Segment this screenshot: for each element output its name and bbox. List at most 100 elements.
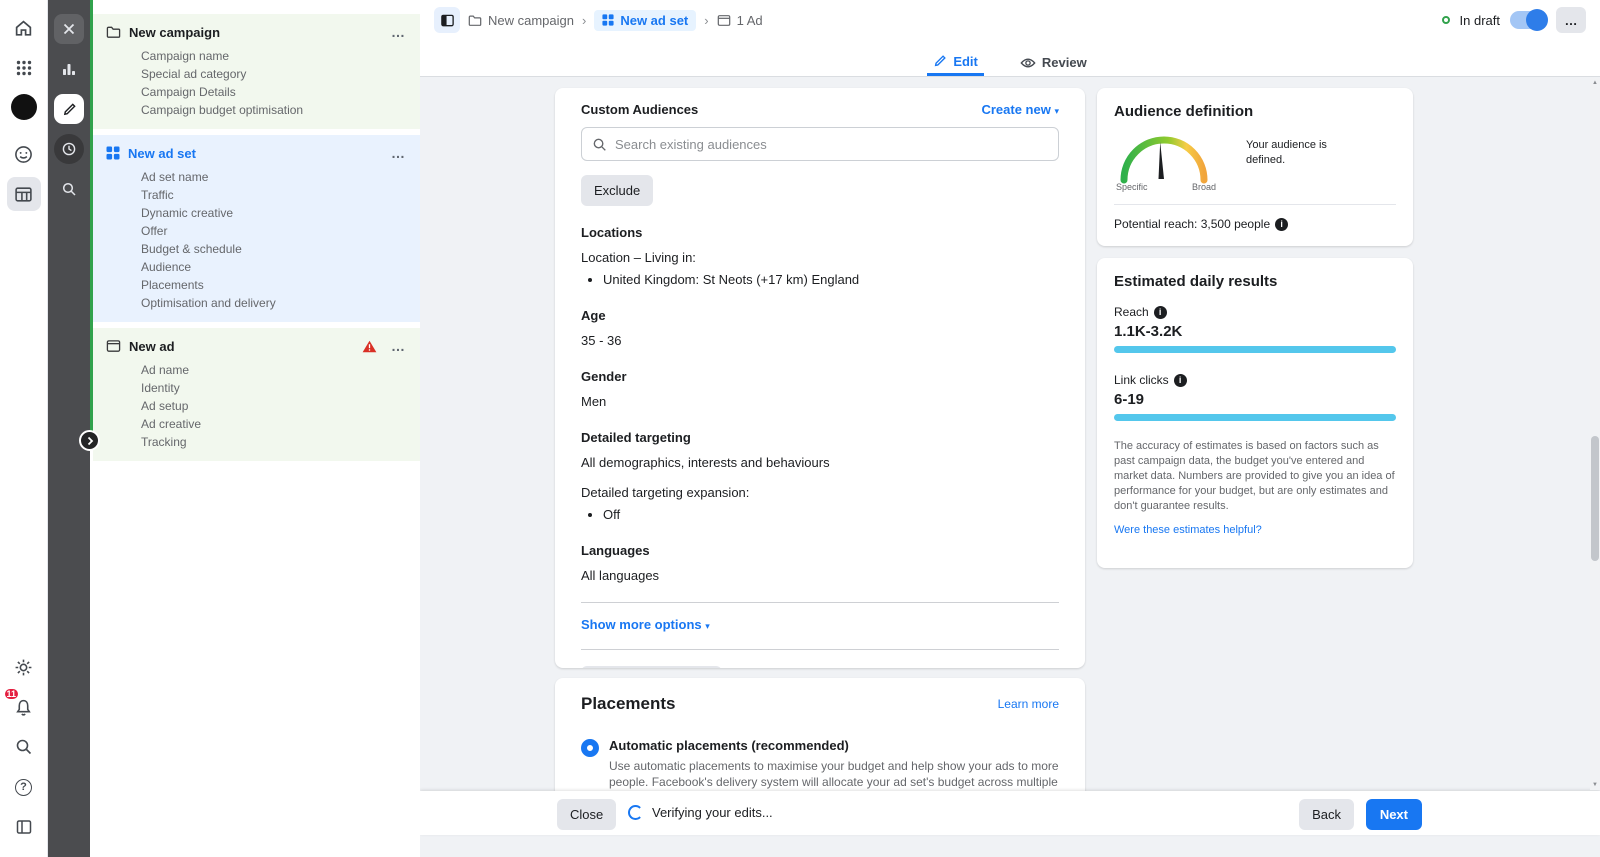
collapse-panel-icon[interactable]: [7, 810, 41, 844]
nav-item-dynamic-creative[interactable]: Dynamic creative: [141, 204, 406, 222]
draft-toggle[interactable]: [1510, 9, 1548, 31]
automatic-placements-label: Automatic placements (recommended): [609, 738, 849, 753]
info-icon[interactable]: i: [1153, 305, 1167, 319]
expansion-value: Off: [603, 506, 1059, 524]
estimates-feedback-link[interactable]: Were these estimates helpful?: [1114, 524, 1262, 536]
nav-item-identity[interactable]: Identity: [141, 379, 406, 397]
nav-item-optimisation-delivery[interactable]: Optimisation and delivery: [141, 294, 406, 312]
vertical-scrollbar[interactable]: ▲ ▼: [1590, 78, 1600, 790]
expansion-label: Detailed targeting expansion:: [581, 485, 750, 500]
show-more-options-link[interactable]: Show more options ▾: [581, 617, 710, 632]
audience-search-input[interactable]: [615, 136, 1048, 152]
folder-icon: [106, 25, 121, 39]
info-icon[interactable]: i: [1275, 217, 1289, 231]
question-glyph: ?: [15, 778, 32, 796]
breadcrumb-ad-label: 1 Ad: [736, 12, 763, 28]
editor-tool-rail: [48, 0, 90, 857]
settings-gear-icon[interactable]: [7, 650, 41, 684]
reach-value: 1.1K-3.2K: [1114, 323, 1183, 340]
show-more-label: Show more options: [581, 617, 702, 632]
ad-title[interactable]: New ad: [129, 339, 354, 354]
exclude-button[interactable]: Exclude: [581, 175, 654, 206]
save-audience-button[interactable]: Save This Audience: [581, 666, 722, 668]
verifying-spinner-icon: [628, 805, 643, 820]
nav-item-campaign-budget-optimisation[interactable]: Campaign budget optimisation: [141, 101, 406, 119]
help-icon[interactable]: ?: [7, 770, 41, 804]
breadcrumb-separator: ›: [704, 12, 709, 28]
link-clicks-value: 6-19: [1114, 391, 1145, 408]
apps-grid-icon[interactable]: [7, 51, 41, 85]
toggle-sidebar-icon[interactable]: [434, 7, 460, 33]
breadcrumb-separator: ›: [582, 12, 587, 28]
nav-item-tracking[interactable]: Tracking: [141, 433, 406, 451]
edit-review-tabs: Edit Review: [420, 40, 1600, 77]
home-icon[interactable]: [7, 11, 41, 45]
nav-item-audience[interactable]: Audience: [141, 258, 406, 276]
create-new-link[interactable]: Create new ▾: [981, 102, 1059, 117]
history-clock-icon[interactable]: [54, 134, 84, 164]
estimated-results-card: Estimated daily results Reach i 1.1K-3.2…: [1097, 258, 1413, 568]
caret-down-icon: ▾: [1054, 106, 1059, 116]
nav-item-traffic[interactable]: Traffic: [141, 186, 406, 204]
audience-defined-text: Your audience is defined.: [1246, 139, 1327, 166]
location-item: United Kingdom: St Neots (+17 km) Englan…: [603, 271, 1059, 289]
potential-reach-text: Potential reach: 3,500 people: [1114, 217, 1271, 231]
back-button[interactable]: Back: [1299, 799, 1354, 830]
expand-rail-chevron-icon[interactable]: [79, 430, 100, 451]
nav-item-campaign-name[interactable]: Campaign name: [141, 47, 406, 65]
automatic-placements-radio[interactable]: [581, 739, 599, 757]
more-options-icon[interactable]: …: [1556, 7, 1586, 33]
breadcrumb-campaign-label: New campaign: [488, 12, 574, 28]
detailed-targeting-label: Detailed targeting: [581, 430, 691, 445]
account-avatar[interactable]: [10, 94, 37, 120]
nav-item-ad-setup[interactable]: Ad setup: [141, 397, 406, 415]
ad-menu-icon[interactable]: …: [391, 338, 406, 354]
caret-down-icon: ▾: [705, 621, 710, 631]
audience-definition-title: Audience definition: [1114, 103, 1254, 120]
learn-more-link[interactable]: Learn more: [998, 697, 1059, 711]
audience-search-box: [581, 127, 1059, 161]
nav-item-ad-name[interactable]: Ad name: [141, 361, 406, 379]
content-area: Custom Audiences Create new ▾ Exclude Lo…: [420, 77, 1600, 857]
reach-label: Reach: [1114, 305, 1149, 319]
nav-item-special-ad-category[interactable]: Special ad category: [141, 65, 406, 83]
estimated-results-title: Estimated daily results: [1114, 273, 1278, 290]
next-button[interactable]: Next: [1365, 799, 1422, 830]
notifications-bell-icon[interactable]: 11: [2, 687, 41, 724]
scroll-up-icon[interactable]: ▲: [1590, 78, 1600, 88]
edit-pencil-icon[interactable]: [54, 94, 84, 124]
campaign-title[interactable]: New campaign: [129, 25, 383, 40]
nav-item-campaign-details[interactable]: Campaign Details: [141, 83, 406, 101]
scrollbar-thumb[interactable]: [1591, 436, 1599, 561]
breadcrumb-campaign[interactable]: New campaign: [468, 13, 574, 28]
close-button[interactable]: Close: [557, 799, 617, 830]
link-clicks-bar: [1114, 414, 1396, 421]
ads-manager-icon[interactable]: [7, 137, 41, 171]
breadcrumb-adset[interactable]: New ad set: [594, 9, 697, 31]
age-label: Age: [581, 308, 606, 323]
tab-review-label: Review: [1041, 55, 1087, 70]
info-icon[interactable]: i: [1173, 373, 1187, 387]
draft-status-label: In draft: [1459, 12, 1500, 28]
adset-menu-icon[interactable]: …: [391, 145, 406, 161]
tab-review[interactable]: Review: [1014, 40, 1093, 76]
search-icon[interactable]: [7, 730, 41, 764]
close-editor-icon[interactable]: [54, 14, 84, 44]
tab-edit[interactable]: Edit: [927, 40, 984, 76]
nav-item-budget-schedule[interactable]: Budget & schedule: [141, 240, 406, 258]
breadcrumb-ad[interactable]: 1 Ad: [717, 13, 763, 28]
nav-item-placements[interactable]: Placements: [141, 276, 406, 294]
create-new-label: Create new: [981, 102, 1051, 117]
adset-title[interactable]: New ad set: [128, 146, 383, 161]
scroll-down-icon[interactable]: ▼: [1590, 780, 1600, 790]
location-line: Location – Living in:: [581, 250, 696, 265]
nav-item-adset-name[interactable]: Ad set name: [141, 168, 406, 186]
search-tool-icon[interactable]: [54, 174, 84, 204]
main-area: New campaign › New ad set › 1 Ad In draf…: [420, 0, 1600, 857]
campaign-menu-icon[interactable]: …: [391, 24, 406, 40]
campaigns-table-icon[interactable]: [6, 177, 41, 211]
nav-item-offer[interactable]: Offer: [141, 222, 406, 240]
gauge-specific-label: Specific: [1116, 182, 1148, 192]
performance-chart-icon[interactable]: [54, 54, 84, 84]
nav-item-ad-creative[interactable]: Ad creative: [141, 415, 406, 433]
